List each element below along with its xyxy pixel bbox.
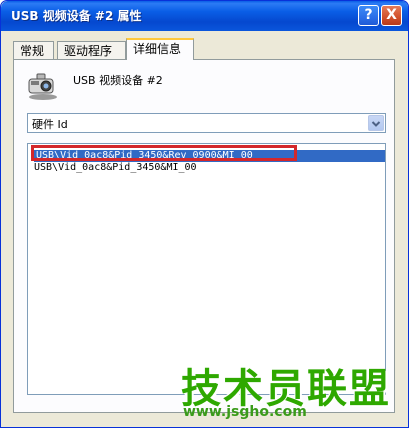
annotation-highlight-box	[31, 145, 297, 161]
device-name: USB 视频设备 #2	[73, 74, 163, 87]
title-bar[interactable]: USB 视频设备 #2 属性 ? X	[1, 1, 408, 31]
properties-window: USB 视频设备 #2 属性 ? X 常规 驱动程序 详细信息 USB 视频设备…	[0, 0, 409, 428]
tab-general[interactable]: 常规	[13, 41, 54, 60]
close-button[interactable]: X	[381, 5, 402, 26]
site-watermark: 技术员联盟 www.jsgho.com	[181, 356, 401, 426]
help-button[interactable]: ?	[358, 5, 379, 26]
tab-details[interactable]: 详细信息	[126, 38, 194, 60]
list-item[interactable]: USB\Vid_0ac8&Pid_3450&MI_00	[34, 162, 197, 174]
property-dropdown-value: 硬件 Id	[32, 118, 68, 131]
property-dropdown[interactable]: 硬件 Id	[27, 113, 386, 133]
dropdown-button[interactable]	[368, 115, 384, 131]
watermark-url: www.jsgho.com	[183, 404, 307, 420]
tab-driver[interactable]: 驱动程序	[57, 41, 126, 60]
window-title: USB 视频设备 #2 属性	[11, 9, 142, 23]
camera-icon	[28, 73, 57, 100]
chevron-down-icon	[371, 121, 381, 127]
